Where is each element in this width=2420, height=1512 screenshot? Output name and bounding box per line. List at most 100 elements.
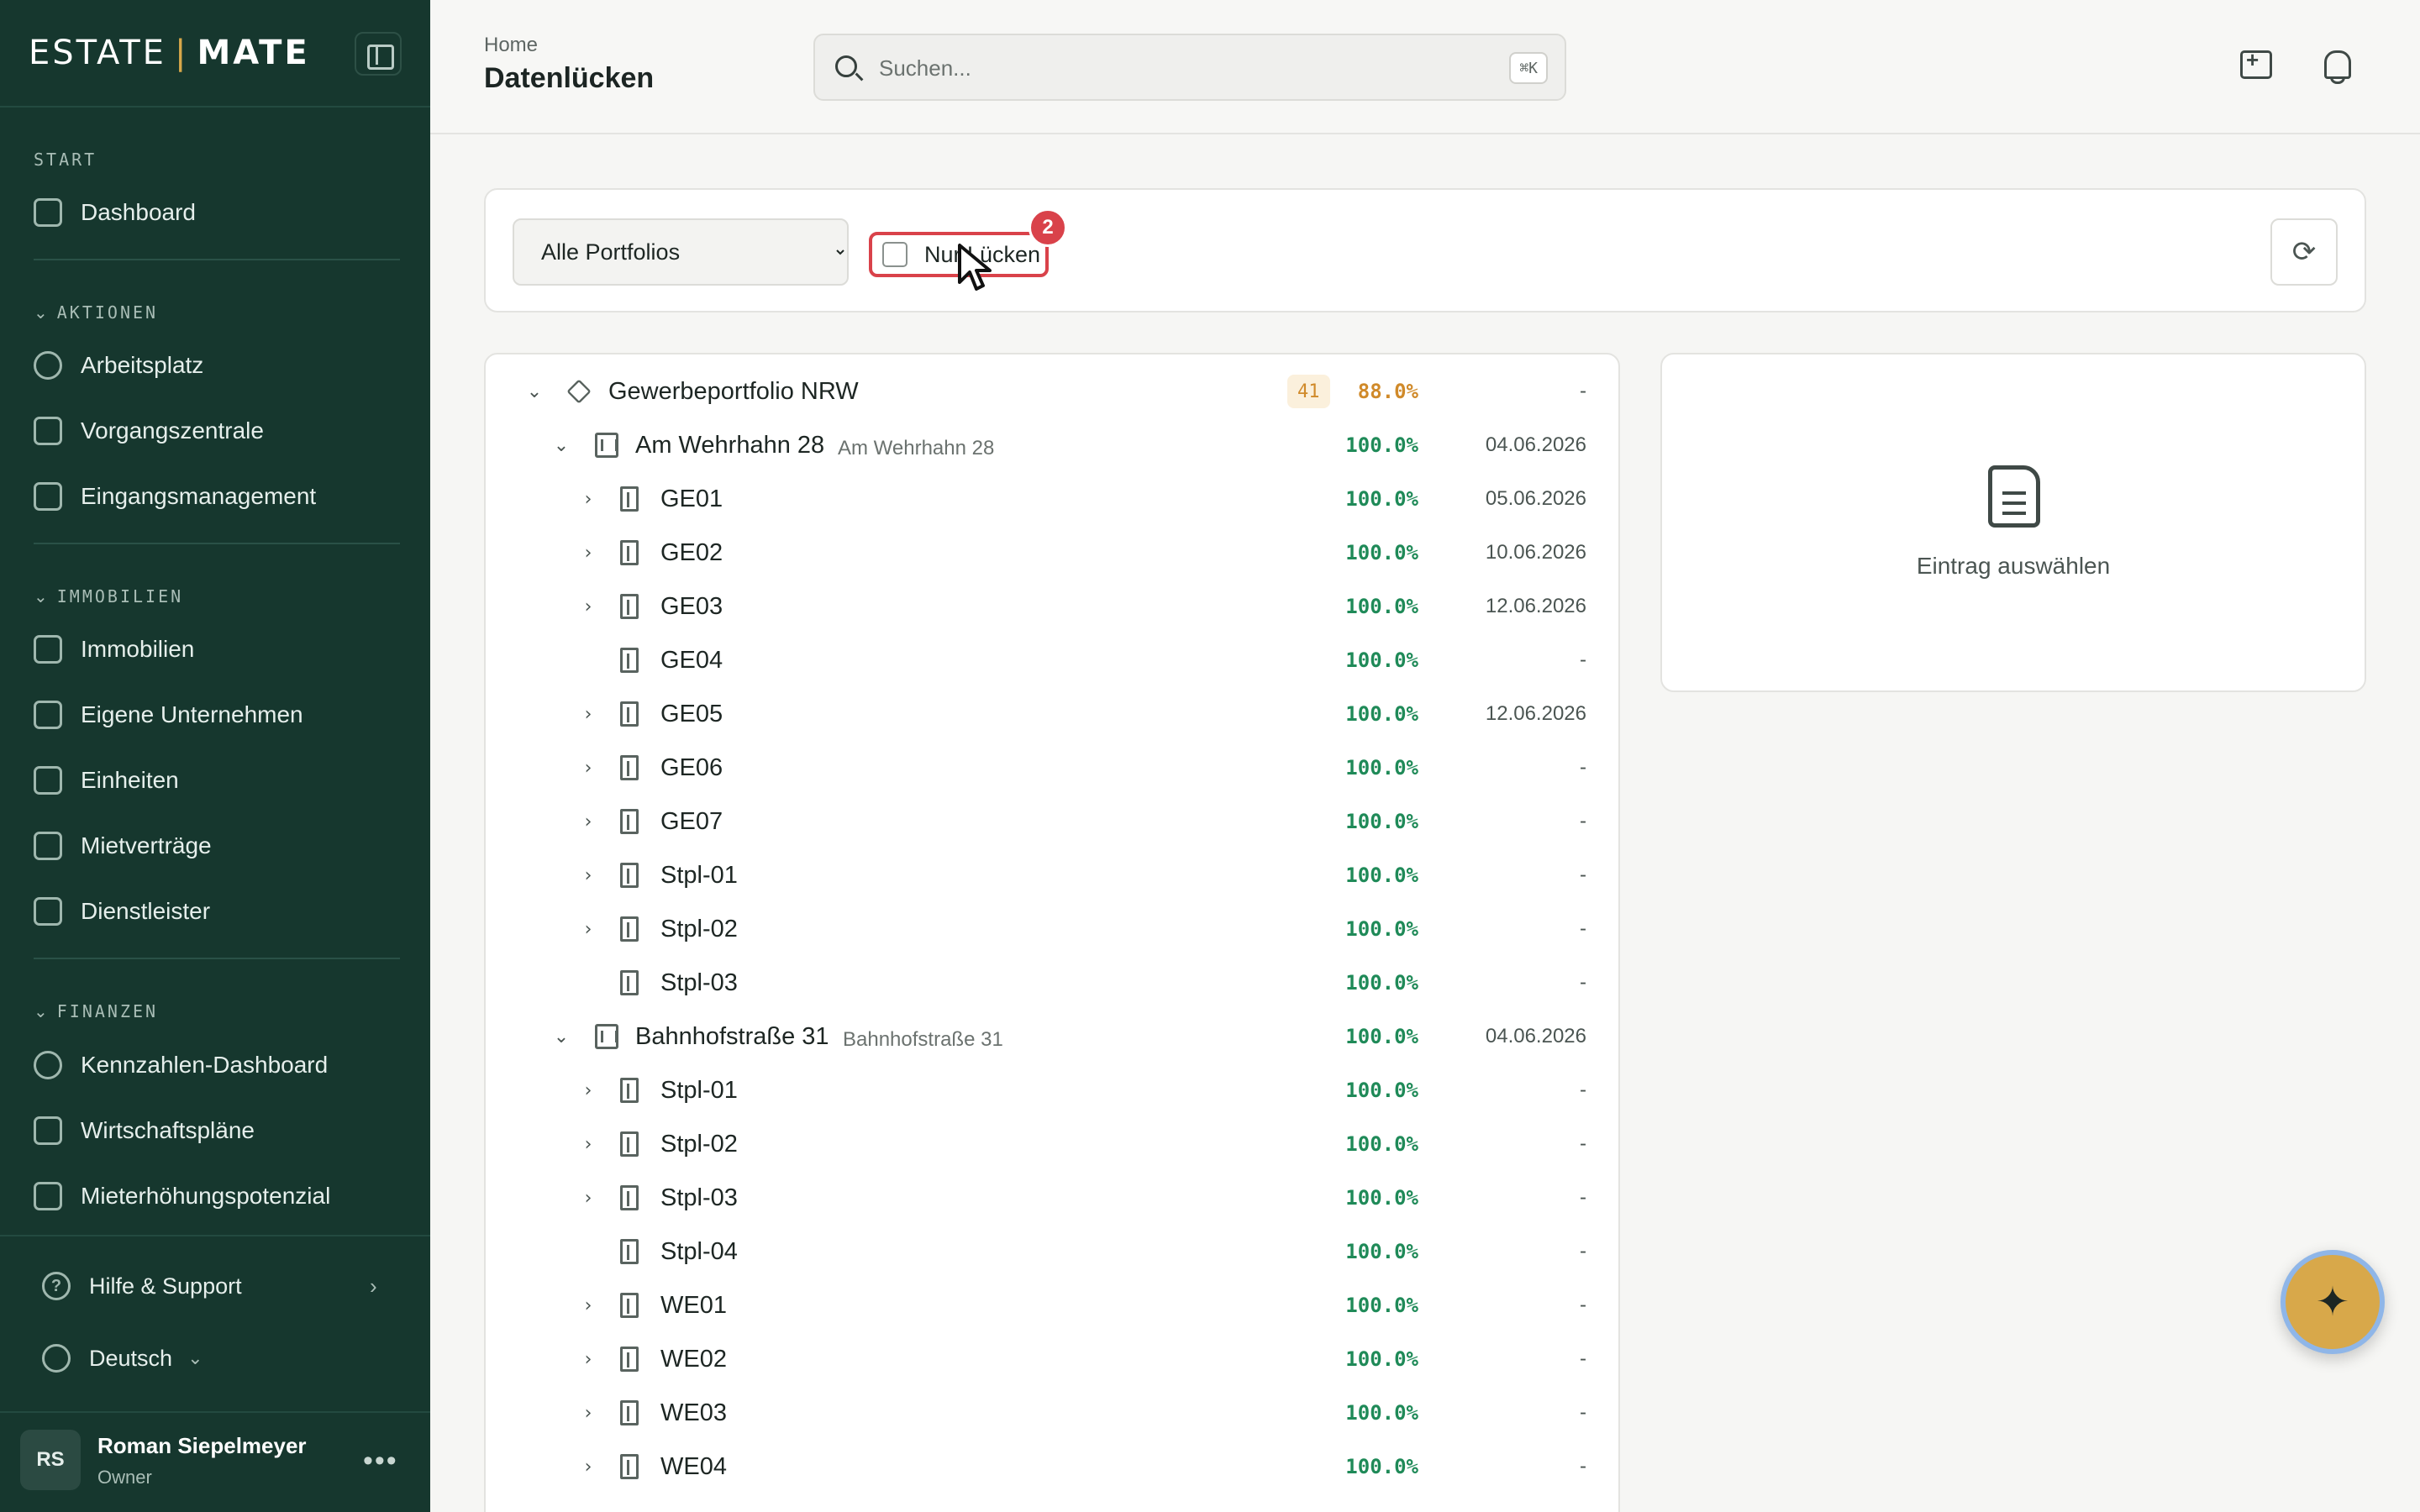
search-input[interactable] <box>879 50 1467 86</box>
sidebar-item-immobilien[interactable]: Immobilien <box>34 628 194 670</box>
tree-row-name: Gewerbeportfolio NRW <box>608 377 859 405</box>
tree-row-unit[interactable]: GE04 100.0% - <box>486 633 1618 687</box>
help-support-link[interactable]: ? Hilfe & Support › <box>42 1272 377 1300</box>
tree-row-unit[interactable]: › GE02 100.0% 10.06.2026 <box>486 526 1618 580</box>
sidebar-item-arbeitsplatz[interactable]: Arbeitsplatz <box>34 344 203 386</box>
tree-row-unit[interactable]: Stpl-03 100.0% - <box>486 956 1618 1010</box>
sidebar-item-mietvertraege[interactable]: Mietverträge <box>34 825 212 867</box>
tree-row-unit[interactable]: › WE04 100.0% - <box>486 1440 1618 1494</box>
brand-part1: ESTATE <box>29 34 166 72</box>
tree-row-unit[interactable]: › Stpl-01 100.0% - <box>486 1063 1618 1117</box>
tree-row-unit[interactable]: › GE01 100.0% 05.06.2026 <box>486 472 1618 526</box>
last-updated-date: - <box>1580 756 1586 779</box>
sidebar-item-label: Wirtschaftspläne <box>81 1117 255 1143</box>
door-icon <box>620 1185 639 1210</box>
tree-row-unit[interactable]: › GE03 100.0% 12.06.2026 <box>486 580 1618 633</box>
chevron-right-icon[interactable]: › <box>578 596 598 617</box>
chevron-right-icon[interactable]: › <box>578 1134 598 1155</box>
avatar[interactable]: RS <box>20 1430 81 1490</box>
sidebar-item-eigene-unternehmen[interactable]: Eigene Unternehmen <box>34 694 303 736</box>
feedback-chat-icon[interactable] <box>2237 47 2274 84</box>
door-icon <box>620 755 639 780</box>
completeness-percent: 100.0% <box>1345 1240 1418 1263</box>
portfolio-select[interactable]: Alle Portfolios <box>513 218 849 286</box>
language-selector[interactable]: Deutsch ⌄ <box>42 1344 203 1373</box>
chevron-right-icon[interactable]: › <box>578 1457 598 1478</box>
tree-row-unit[interactable]: › Stpl-02 100.0% - <box>486 1117 1618 1171</box>
chevron-down-icon[interactable]: ⌄ <box>524 381 544 402</box>
chevron-right-icon[interactable]: › <box>578 865 598 886</box>
chevron-right-icon[interactable]: › <box>578 1349 598 1370</box>
sidebar-item-dienstleister[interactable]: Dienstleister <box>34 890 210 932</box>
sparkles-icon: ✦ <box>2315 1280 2350 1325</box>
step-badge: 2 <box>1028 208 1067 247</box>
section-finanzen[interactable]: ⌄ FINANZEN <box>34 1001 158 1021</box>
chevron-right-icon[interactable]: › <box>578 811 598 832</box>
tree-row-portfolio[interactable]: ⌄ Gewerbeportfolio NRW 41 88.0% - <box>486 365 1618 418</box>
sidebar-item-dashboard[interactable]: Dashboard <box>34 192 196 234</box>
search-box[interactable]: ⌘K <box>813 34 1566 101</box>
section-immobilien[interactable]: ⌄ IMMOBILIEN <box>34 586 183 606</box>
chevron-down-icon: ⌄ <box>34 1001 50 1021</box>
chevron-right-icon[interactable]: › <box>578 1403 598 1424</box>
sidebar-item-eingangsmanagement[interactable]: Eingangsmanagement <box>34 475 316 517</box>
tree-row-unit[interactable]: Stpl-04 100.0% - <box>486 1225 1618 1278</box>
sidebar-item-mieterhoehungspotenzial[interactable]: Mieterhöhungspotenzial <box>34 1175 330 1217</box>
sidebar-item-wirtschaftsplaene[interactable]: Wirtschaftspläne <box>34 1110 255 1152</box>
chevron-right-icon[interactable]: › <box>578 919 598 940</box>
last-updated-date: 04.06.2026 <box>1485 433 1586 456</box>
tree-row-unit[interactable]: › Stpl-02 100.0% - <box>486 902 1618 956</box>
chevron-right-icon[interactable]: › <box>578 1188 598 1209</box>
contract-icon <box>34 832 62 860</box>
sidebar-collapse-button[interactable] <box>355 32 402 76</box>
tree-row-name: Stpl-01 <box>660 861 738 889</box>
tree-row-unit[interactable]: › GE06 100.0% - <box>486 741 1618 795</box>
tree-row-unit[interactable]: › GE07 100.0% - <box>486 795 1618 848</box>
tree-row-unit[interactable]: › WE03 100.0% - <box>486 1386 1618 1440</box>
breadcrumb[interactable]: Home <box>484 34 538 57</box>
tree-row-unit[interactable]: › WE02 100.0% - <box>486 1332 1618 1386</box>
layers-icon <box>566 379 592 404</box>
chevron-down-icon[interactable]: ⌄ <box>551 1026 571 1047</box>
chevron-right-icon: › <box>370 1273 377 1299</box>
sidebar-item-kennzahlen-dashboard[interactable]: Kennzahlen-Dashboard <box>34 1044 328 1086</box>
brand-logo[interactable]: ESTATE | MATE <box>29 34 310 72</box>
factory-icon <box>34 701 62 729</box>
dashboard-icon <box>34 198 62 227</box>
completeness-percent: 100.0% <box>1345 1455 1418 1478</box>
building-icon <box>34 635 62 664</box>
bell-icon[interactable] <box>2317 47 2354 84</box>
only-gaps-checkbox[interactable] <box>882 242 908 267</box>
section-aktionen[interactable]: ⌄ AKTIONEN <box>34 302 158 323</box>
door-icon <box>620 1347 639 1372</box>
completeness-percent: 100.0% <box>1345 810 1418 833</box>
ai-assistant-button[interactable]: ✦ <box>2281 1250 2385 1354</box>
tree-row-unit[interactable]: › GE05 100.0% 12.06.2026 <box>486 687 1618 741</box>
tree-row-unit[interactable]: › Stpl-01 100.0% - <box>486 848 1618 902</box>
user-name: Roman Siepelmeyer <box>97 1433 307 1458</box>
sidebar-item-label: Vorgangszentrale <box>81 417 264 444</box>
refresh-button[interactable]: ⟳ <box>2270 218 2338 286</box>
tree-row-unit[interactable]: › WE01 100.0% - <box>486 1278 1618 1332</box>
completeness-percent: 100.0% <box>1345 541 1418 564</box>
sidebar-item-label: Mieterhöhungspotenzial <box>81 1183 331 1209</box>
chevron-right-icon[interactable]: › <box>578 543 598 564</box>
last-updated-date: 10.06.2026 <box>1485 541 1586 564</box>
chevron-right-icon[interactable]: › <box>578 1295 598 1316</box>
chevron-right-icon[interactable]: › <box>578 758 598 779</box>
chevron-right-icon[interactable]: › <box>578 1080 598 1101</box>
tree-row-name: GE07 <box>660 807 723 835</box>
tree-row-property[interactable]: ⌄ Bahnhofstraße 31 Bahnhofstraße 31 100.0% 0… <box>486 1010 1618 1063</box>
chevron-right-icon[interactable]: › <box>578 704 598 725</box>
sidebar-item-einheiten[interactable]: Einheiten <box>34 759 179 801</box>
chevron-right-icon[interactable]: › <box>578 489 598 510</box>
calculator-icon <box>34 1116 62 1145</box>
completeness-percent: 100.0% <box>1345 1347 1418 1371</box>
tree-row-name: Stpl-03 <box>660 969 738 996</box>
door-icon <box>620 648 639 673</box>
tree-row-unit[interactable]: › Stpl-03 100.0% - <box>486 1171 1618 1225</box>
tree-row-property[interactable]: ⌄ Am Wehrhahn 28 Am Wehrhahn 28 100.0% 04.06… <box>486 418 1618 472</box>
sidebar-item-vorgangszentrale[interactable]: Vorgangszentrale <box>34 410 264 452</box>
more-options-icon[interactable]: ••• <box>363 1445 398 1478</box>
chevron-down-icon[interactable]: ⌄ <box>551 435 571 456</box>
